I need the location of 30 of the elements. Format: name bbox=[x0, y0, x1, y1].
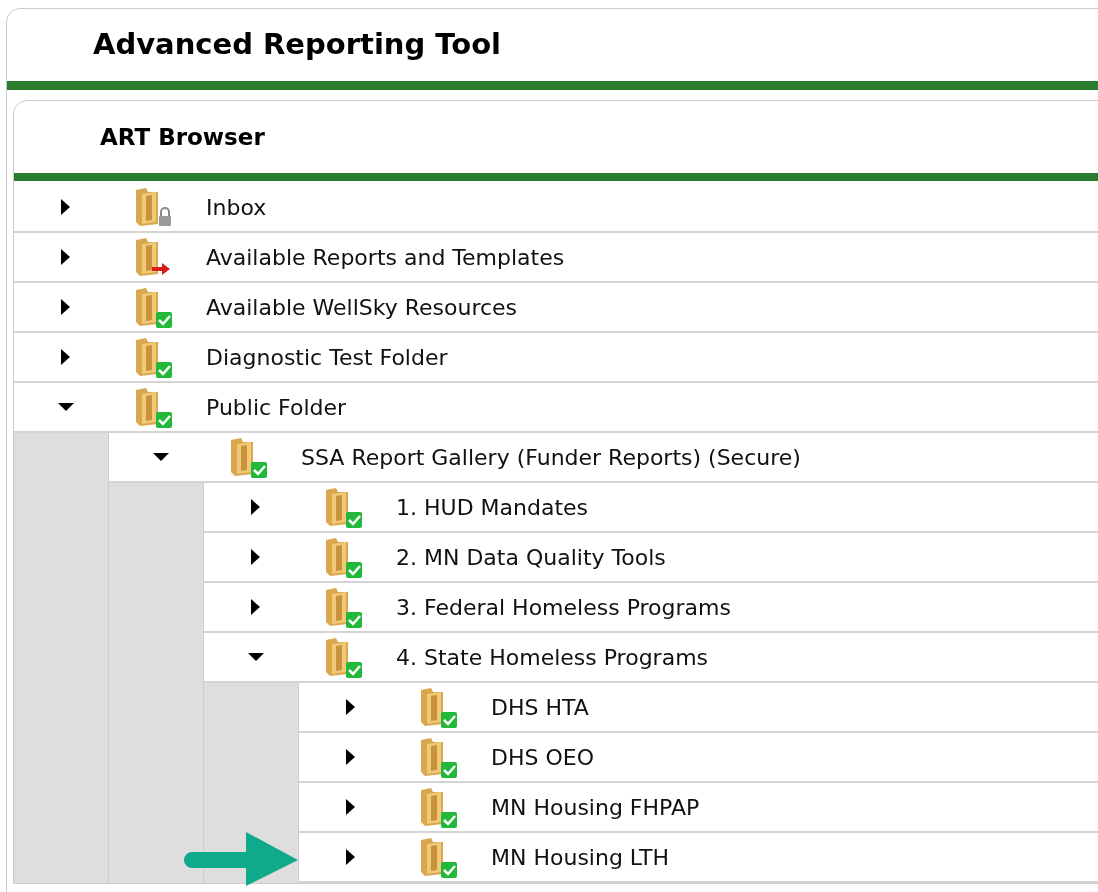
folder-label: Available WellSky Resources bbox=[206, 293, 518, 322]
folder-label: 4. State Homeless Programs bbox=[396, 643, 709, 672]
checked-folder-icon bbox=[419, 786, 457, 828]
folder-label: DHS OEO bbox=[491, 743, 594, 772]
checked-folder-icon bbox=[134, 336, 172, 378]
checked-folder-icon bbox=[229, 436, 267, 478]
folder-label: MN Housing FHPAP bbox=[491, 793, 700, 822]
checked-folder-icon bbox=[419, 736, 457, 778]
folder-label: 3. Federal Homeless Programs bbox=[396, 593, 731, 622]
shared-folder-icon bbox=[134, 236, 172, 278]
checked-folder-icon bbox=[324, 636, 362, 678]
folder-label: 2. MN Data Quality Tools bbox=[396, 543, 666, 572]
checked-folder-icon bbox=[419, 836, 457, 878]
folder-label: Public Folder bbox=[206, 393, 347, 422]
checked-folder-icon bbox=[419, 686, 457, 728]
checked-folder-icon bbox=[324, 536, 362, 578]
checked-folder-icon bbox=[134, 386, 172, 428]
folder-label: 1. HUD Mandates bbox=[396, 493, 589, 522]
folder-label: Inbox bbox=[206, 193, 267, 222]
folder-label: SSA Report Gallery (Funder Reports) (Secure) bbox=[301, 443, 801, 472]
checked-folder-icon bbox=[324, 486, 362, 528]
panel-title: ART Browser bbox=[100, 122, 265, 152]
locked-folder-icon bbox=[134, 186, 172, 228]
checked-folder-icon bbox=[134, 286, 172, 328]
folder-label: MN Housing LTH bbox=[491, 843, 670, 872]
folder-label: DHS HTA bbox=[491, 693, 589, 722]
checked-folder-icon bbox=[324, 586, 362, 628]
folder-label: Diagnostic Test Folder bbox=[206, 343, 448, 372]
folder-label: Available Reports and Templates bbox=[206, 243, 565, 272]
window-title: Advanced Reporting Tool bbox=[93, 26, 502, 64]
